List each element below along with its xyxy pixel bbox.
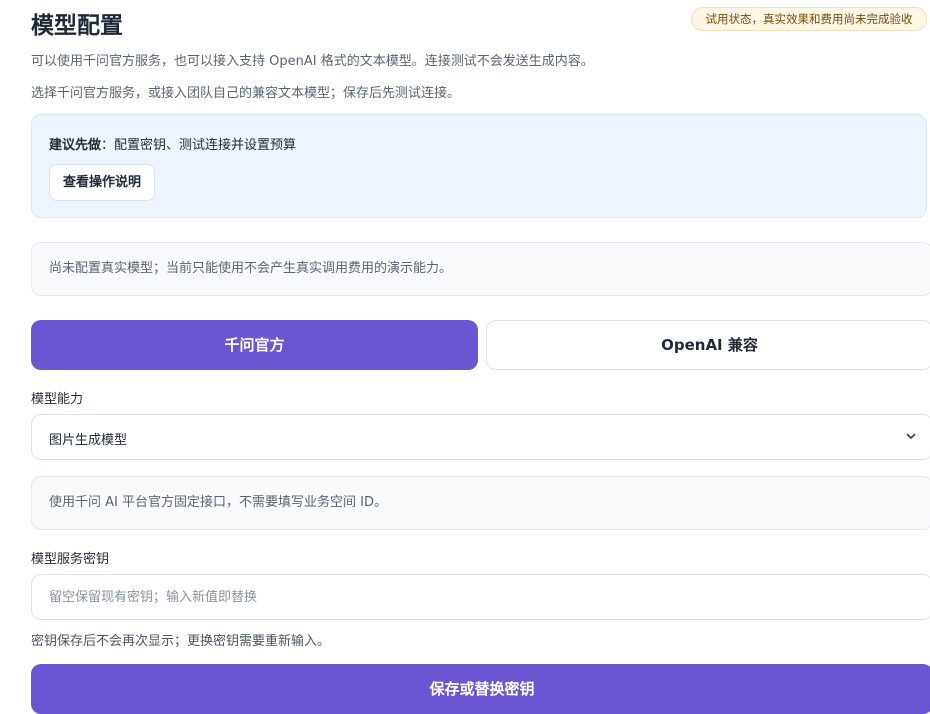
tab-openai-compatible[interactable]: OpenAI 兼容 [486, 320, 930, 370]
suggestion-heading: 建议先做 [49, 138, 102, 153]
suggestion-line: 建议先做：配置密钥、测试连接并设置预算 [49, 134, 296, 153]
suggestion-colon: ： [101, 138, 115, 153]
status-badge: 试用状态，真实效果和费用尚未完成验收 [691, 7, 927, 31]
api-key-label: 模型服务密钥 [31, 552, 110, 567]
capability-select[interactable]: 图片生成模型 [31, 414, 930, 460]
page-description-secondary: 选择千问官方服务，或接入团队自己的兼容文本模型；保存后先测试连接。 [31, 86, 461, 101]
view-guide-button[interactable]: 查看操作说明 [49, 164, 156, 201]
endpoint-info-note: 使用千问 AI 平台官方固定接口，不需要填写业务空间 ID。 [31, 476, 930, 530]
demo-mode-notice: 尚未配置真实模型；当前只能使用不会产生真实调用费用的演示能力。 [31, 242, 930, 296]
capability-label: 模型能力 [31, 392, 84, 407]
chevron-down-icon [906, 433, 916, 439]
api-key-input[interactable] [31, 574, 930, 620]
suggestion-panel: 建议先做：配置密钥、测试连接并设置预算 查看操作说明 [31, 114, 927, 218]
tab-qwen-official[interactable]: 千问官方 [31, 320, 478, 370]
page-title: 模型配置 [31, 13, 123, 39]
save-key-button[interactable]: 保存或替换密钥 [31, 664, 930, 714]
suggestion-text: 配置密钥、测试连接并设置预算 [114, 138, 297, 153]
page-description-primary: 可以使用千问官方服务，也可以接入支持 OpenAI 格式的文本模型。连接测试不会… [31, 54, 594, 69]
api-key-help: 密钥保存后不会再次显示；更换密钥需要重新输入。 [31, 634, 331, 649]
capability-selected-value: 图片生成模型 [49, 433, 128, 448]
